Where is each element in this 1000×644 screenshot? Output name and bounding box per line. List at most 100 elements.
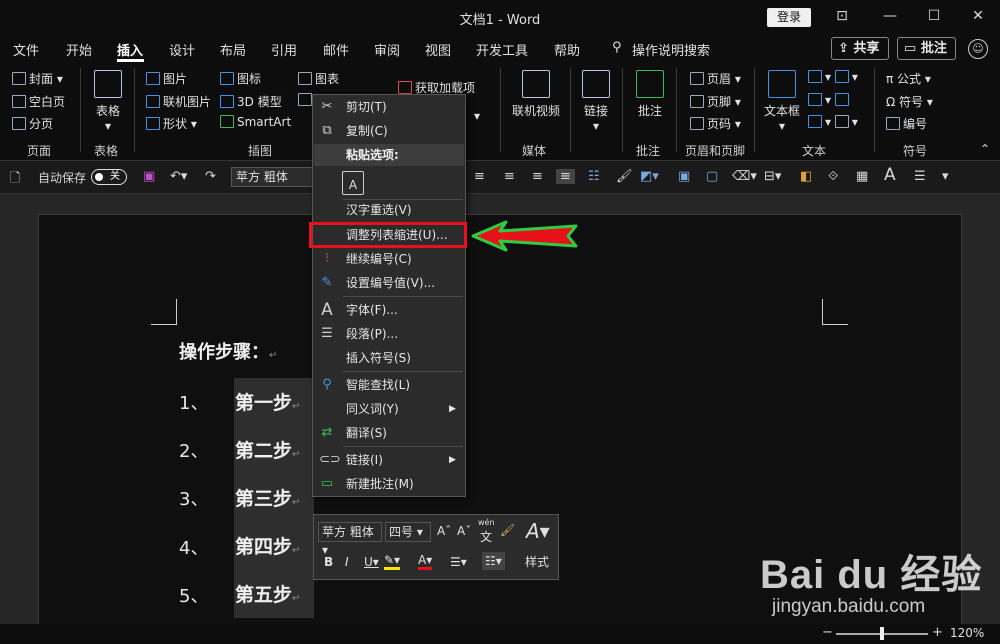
collapse-ribbon-icon[interactable]: ⌃ [980, 142, 990, 156]
format-painter-icon[interactable]: 🖌 [616, 169, 633, 184]
shapes-button[interactable]: 形状 ▾ [146, 115, 197, 132]
tab-view[interactable]: 视图 [425, 40, 451, 59]
tell-me-search[interactable]: 操作说明搜索 [632, 40, 710, 59]
feedback-smiley-icon[interactable]: ☺ [968, 39, 988, 59]
align-left-icon[interactable]: ≡ [474, 169, 485, 184]
tab-home[interactable]: 开始 [66, 40, 92, 59]
3d-models-button[interactable]: 3D 模型 [220, 93, 282, 110]
list-item[interactable]: 第五步↵ [234, 570, 314, 618]
wrap-text-icon[interactable]: ◧ [800, 169, 812, 184]
blank-page-button[interactable]: 空白页 [12, 93, 65, 110]
picture-styles-icon[interactable]: ▦ [856, 169, 868, 184]
list-item[interactable]: 第一步↵ [234, 378, 314, 426]
menu-cut[interactable]: ✂ 剪切(T) [313, 95, 465, 119]
highlight-color-icon[interactable]: ✎▾ [384, 553, 401, 570]
list-item[interactable]: 第二步↵ [234, 426, 314, 474]
my-addins-dropdown[interactable]: ▾ [474, 109, 480, 123]
textbox-button[interactable]: 文本框 ▾ [762, 70, 802, 133]
online-video-button[interactable]: 联机视频 [508, 70, 564, 119]
footer-button[interactable]: 页脚 ▾ [690, 93, 741, 110]
save-icon[interactable]: ▣ [143, 169, 155, 184]
pictures-button[interactable]: 图片 [146, 70, 187, 87]
menu-link[interactable]: ⊂⊃ 链接(I) ▶ [313, 448, 465, 472]
new-comment-button[interactable]: 批注 [632, 70, 668, 119]
drop-cap-button[interactable]: ▾ ▾ [808, 115, 858, 129]
new-document-icon[interactable]: 🗋 [10, 169, 20, 191]
shape-fill-icon[interactable]: ◩▾ [640, 169, 659, 184]
document-heading[interactable]: 操作步骤：↵ [179, 338, 277, 364]
icons-button[interactable]: 图标 [220, 70, 261, 87]
underline-icon[interactable]: U▾ [364, 555, 379, 569]
tab-design[interactable]: 设计 [169, 40, 195, 59]
list-format-icon[interactable]: ☰ [914, 169, 926, 184]
italic-icon[interactable]: I [345, 555, 349, 569]
smartart-button[interactable]: SmartArt [220, 115, 291, 129]
link-button[interactable]: 链接 ▾ [578, 70, 614, 133]
font-a-icon[interactable]: A [884, 165, 896, 185]
maximize-button[interactable]: ☐ [922, 6, 946, 26]
distributed-icon[interactable]: ☷ [588, 169, 600, 184]
tab-review[interactable]: 审阅 [374, 40, 400, 59]
mini-size-box[interactable]: 四号 ▾ [385, 522, 431, 542]
format-painter-icon[interactable]: 🖌 [500, 523, 515, 537]
bullets-icon[interactable]: ☰▾ [450, 555, 467, 569]
ribbon-display-icon[interactable]: ⊡ [830, 6, 854, 26]
tab-insert[interactable]: 插入 [117, 40, 143, 59]
list-item[interactable]: 第四步↵ [234, 522, 314, 570]
eraser-icon[interactable]: ⌫▾ [732, 169, 757, 184]
autosave-toggle[interactable]: 关 [91, 169, 127, 185]
phonetic-guide-icon[interactable]: wén [478, 518, 495, 527]
zoom-out-icon[interactable]: − [822, 625, 833, 640]
chart-button[interactable]: 图表 [298, 70, 339, 87]
bold-icon[interactable]: B [324, 555, 333, 569]
tab-help[interactable]: 帮助 [554, 40, 580, 59]
zoom-level[interactable]: 120% [950, 626, 984, 640]
header-button[interactable]: 页眉 ▾ [690, 70, 741, 87]
symbol-button[interactable]: Ω 符号 ▾ [886, 93, 933, 110]
login-button[interactable]: 登录 [767, 8, 811, 27]
menu-translate[interactable]: ⇄ 翻译(S) [313, 421, 465, 445]
font-color-icon[interactable]: A▾ [418, 553, 433, 570]
align-right-icon[interactable]: ≡ [532, 169, 543, 184]
align-objects-icon[interactable]: ⊟▾ [764, 169, 781, 184]
tab-mailings[interactable]: 邮件 [323, 40, 349, 59]
edit-points-icon[interactable]: ⟐ [828, 169, 838, 184]
screen-clip-icon[interactable]: ▢ [706, 169, 718, 184]
wordart-button[interactable]: ▾ [808, 93, 852, 107]
customize-qat-icon[interactable]: ▾ [942, 169, 949, 184]
paste-keep-text-only-icon[interactable]: A [342, 171, 364, 195]
redo-icon[interactable]: ↷ [205, 169, 216, 184]
page-number-button[interactable]: 页码 ▾ [690, 115, 741, 132]
menu-reconversion[interactable]: 汉字重选(V) [313, 198, 465, 222]
menu-continue-numbering[interactable]: ⁝ 继续编号(C) [313, 247, 465, 271]
tab-file[interactable]: 文件 [13, 40, 39, 59]
comments-button[interactable]: ▭ 批注 [897, 37, 956, 60]
quick-parts-button[interactable]: ▾ ▾ [808, 70, 858, 84]
align-center-icon[interactable]: ≡ [504, 169, 515, 184]
equation-button[interactable]: π 公式 ▾ [886, 70, 931, 87]
mini-font-box[interactable]: 苹方 粗体 ▾ [318, 522, 382, 557]
table-button[interactable]: 表格 ▾ [90, 70, 126, 133]
undo-icon[interactable]: ↶▾ [170, 169, 187, 184]
tab-layout[interactable]: 布局 [220, 40, 246, 59]
list-item[interactable]: 第三步↵ [234, 474, 314, 522]
styles-icon[interactable]: A▾ [526, 519, 550, 543]
menu-paragraph[interactable]: ☰ 段落(P)... [313, 322, 465, 346]
numbering-icon[interactable]: ☷▾ [482, 552, 505, 570]
grow-font-icon[interactable]: Aˆ [437, 524, 451, 538]
minimize-button[interactable]: — [878, 6, 902, 26]
menu-insert-symbol[interactable]: 插入符号(S) [313, 346, 465, 370]
tab-developer[interactable]: 开发工具 [476, 40, 528, 59]
qat-font-box[interactable]: 苹方 粗体 [231, 167, 315, 187]
menu-copy[interactable]: ⧉ 复制(C) [313, 119, 465, 143]
menu-font[interactable]: A 字体(F)... [313, 298, 465, 322]
numbering-button[interactable]: 编号 [886, 115, 927, 132]
textbox-qat-icon[interactable]: ▣ [678, 169, 690, 184]
zoom-in-icon[interactable]: + [932, 625, 943, 640]
menu-set-numbering-value[interactable]: ✎ 设置编号值(V)... [313, 271, 465, 295]
zoom-slider-thumb[interactable] [880, 627, 884, 640]
online-pictures-button[interactable]: 联机图片 [146, 93, 211, 110]
tab-references[interactable]: 引用 [271, 40, 297, 59]
menu-synonyms[interactable]: 同义词(Y) ▶ [313, 397, 465, 421]
menu-new-comment[interactable]: ▭ 新建批注(M) [313, 472, 465, 496]
